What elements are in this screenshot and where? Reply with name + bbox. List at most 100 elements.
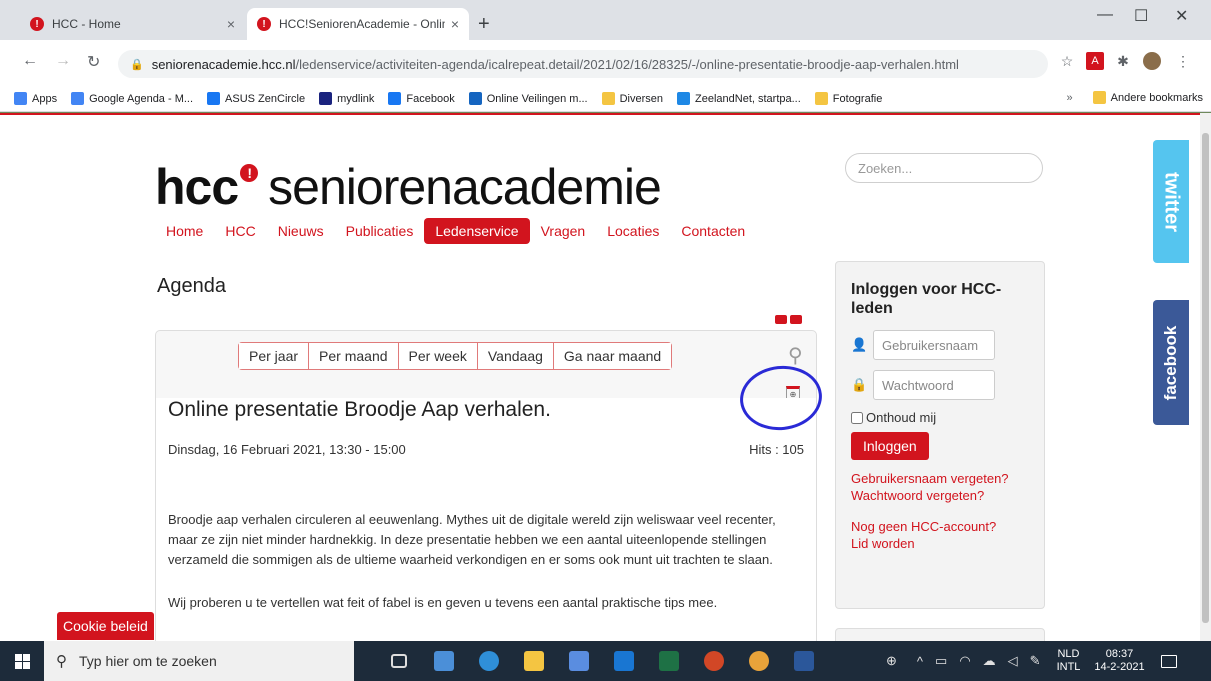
battery-icon[interactable]: ▭ bbox=[935, 653, 947, 669]
username-input[interactable] bbox=[873, 330, 995, 360]
forward-icon[interactable]: → bbox=[55, 52, 71, 70]
site-search-input[interactable] bbox=[845, 153, 1043, 183]
maximize-icon[interactable]: ☐ bbox=[1134, 6, 1148, 26]
nav-locaties[interactable]: Locaties bbox=[596, 218, 670, 244]
reload-icon[interactable]: ↻ bbox=[87, 52, 100, 72]
nav-ledenservice[interactable]: Ledenservice bbox=[424, 218, 530, 244]
scrollbar-thumb[interactable] bbox=[1202, 133, 1209, 623]
folder-icon bbox=[1092, 91, 1106, 104]
clock-date: 14-2-2021 bbox=[1094, 661, 1145, 673]
tab-hcc-home[interactable]: ! HCC - Home × bbox=[20, 8, 245, 40]
profile-avatar[interactable] bbox=[1143, 52, 1161, 70]
no-account-link[interactable]: Nog geen HCC-account? bbox=[851, 518, 1029, 535]
view-ga-naar-maand[interactable]: Ga naar maand bbox=[553, 343, 672, 369]
nav-nieuws[interactable]: Nieuws bbox=[267, 218, 335, 244]
bookmark-diversen[interactable]: Diversen bbox=[601, 92, 663, 105]
agenda-panel: Per jaar Per maand Per week Vandaag Ga n… bbox=[155, 330, 817, 641]
store-icon[interactable] bbox=[421, 641, 466, 681]
tab-close-icon[interactable]: × bbox=[451, 16, 459, 32]
extensions-puzzle-icon[interactable]: ✱ bbox=[1114, 52, 1132, 70]
view-vandaag[interactable]: Vandaag bbox=[477, 343, 554, 369]
tab-senioren-academie[interactable]: ! HCC!SeniorenAcademie - Online × bbox=[247, 8, 469, 40]
network-globe-icon[interactable]: ⊕ bbox=[886, 653, 897, 669]
facebook-tab[interactable]: facebook bbox=[1153, 300, 1189, 425]
cookie-policy-button[interactable]: Cookie beleid bbox=[57, 612, 154, 640]
chevron-more-icon[interactable]: » bbox=[1067, 92, 1073, 104]
minimize-icon[interactable]: — bbox=[1097, 6, 1113, 24]
notification-icon[interactable] bbox=[1160, 654, 1177, 668]
cloud-icon[interactable]: ☁ bbox=[983, 653, 996, 669]
bookmark-label: Fotografie bbox=[832, 92, 883, 105]
windows-taskbar: ⚲ Typ hier om te zoeken ⊕ ^ ▭ ◠ ☁ ◁ ✎ NL… bbox=[0, 641, 1211, 681]
print-email-icons bbox=[775, 315, 802, 324]
system-tray: ⊕ ^ ▭ ◠ ☁ ◁ ✎ NLD INTL 08:37 14-2-2021 bbox=[880, 641, 1177, 681]
forgot-password-link[interactable]: Wachtwoord vergeten? bbox=[851, 487, 1029, 504]
bookmark-facebook[interactable]: Facebook bbox=[388, 92, 455, 105]
pdf-extension-icon[interactable]: A bbox=[1086, 52, 1104, 70]
bookmark-mydlink[interactable]: mydlink bbox=[319, 92, 374, 105]
logo-brand: hcc bbox=[155, 159, 239, 215]
nav-contacten[interactable]: Contacten bbox=[670, 218, 756, 244]
edge-icon[interactable] bbox=[466, 641, 511, 681]
register-link[interactable]: Lid worden bbox=[851, 535, 1029, 552]
tab-title: HCC - Home bbox=[52, 17, 121, 31]
site-logo[interactable]: hcc! seniorenacademie bbox=[155, 158, 662, 216]
bookmark-google-agenda[interactable]: Google Agenda - M... bbox=[71, 92, 193, 105]
taskbar-search[interactable]: ⚲ Typ hier om te zoeken bbox=[44, 641, 354, 681]
remember-me[interactable]: Onthoud mij bbox=[851, 410, 1029, 425]
other-bookmarks[interactable]: » Andere bookmarks bbox=[1067, 91, 1203, 104]
bookmark-apps[interactable]: Apps bbox=[14, 92, 57, 105]
url-path: /ledenservice/activiteiten-agenda/icalre… bbox=[295, 56, 959, 72]
folder-icon bbox=[601, 92, 615, 105]
tab-close-icon[interactable]: × bbox=[227, 16, 235, 32]
new-tab-button[interactable]: + bbox=[478, 14, 490, 34]
menu-kebab-icon[interactable]: ⋮ bbox=[1174, 52, 1192, 70]
calendar-icon bbox=[71, 92, 85, 105]
view-per-maand[interactable]: Per maand bbox=[309, 343, 399, 369]
twitter-tab[interactable]: twitter bbox=[1153, 140, 1189, 263]
taskbar-search-placeholder: Typ hier om te zoeken bbox=[79, 653, 217, 669]
nav-vragen[interactable]: Vragen bbox=[530, 218, 597, 244]
file-explorer-icon[interactable] bbox=[511, 641, 556, 681]
hcc-favicon-icon: ! bbox=[257, 17, 271, 31]
login-button[interactable]: Inloggen bbox=[851, 432, 929, 460]
outlook-icon[interactable] bbox=[601, 641, 646, 681]
view-per-jaar[interactable]: Per jaar bbox=[239, 343, 310, 369]
back-icon[interactable]: ← bbox=[22, 52, 38, 70]
email-icon[interactable] bbox=[790, 315, 802, 324]
forgot-username-link[interactable]: Gebruikersnaam vergeten? bbox=[851, 470, 1029, 487]
start-button[interactable] bbox=[0, 641, 44, 681]
nav-home[interactable]: Home bbox=[155, 218, 214, 244]
excel-icon[interactable] bbox=[646, 641, 691, 681]
bookmark-label: mydlink bbox=[337, 92, 375, 105]
print-icon[interactable] bbox=[775, 315, 787, 324]
nav-publicaties[interactable]: Publicaties bbox=[335, 218, 425, 244]
address-bar[interactable]: 🔒 seniorenacademie.hcc.nl /ledenservice/… bbox=[118, 50, 1048, 78]
tab-title: HCC!SeniorenAcademie - Online bbox=[279, 17, 445, 31]
word-icon[interactable] bbox=[781, 641, 826, 681]
nav-hcc[interactable]: HCC bbox=[214, 218, 266, 244]
bookmark-online-veilingen[interactable]: Online Veilingen m... bbox=[468, 92, 588, 105]
volume-icon[interactable]: ◁ bbox=[1008, 653, 1018, 669]
save-app-icon[interactable] bbox=[556, 641, 601, 681]
pen-icon[interactable]: ✎ bbox=[1030, 653, 1041, 669]
bookmark-label: Online Veilingen m... bbox=[486, 92, 588, 105]
bookmark-asus[interactable]: ASUS ZenCircle bbox=[207, 92, 305, 105]
view-per-week[interactable]: Per week bbox=[398, 343, 478, 369]
remember-checkbox[interactable] bbox=[851, 411, 863, 424]
chrome-icon[interactable] bbox=[736, 641, 781, 681]
bookmark-zeelandnet[interactable]: ZeelandNet, startpa... bbox=[677, 92, 801, 105]
search-icon[interactable]: ⚲ bbox=[788, 343, 803, 368]
language-indicator[interactable]: NLD INTL bbox=[1057, 648, 1081, 674]
task-view-icon[interactable] bbox=[376, 641, 421, 681]
wifi-icon[interactable]: ◠ bbox=[959, 653, 970, 669]
powerpoint-icon[interactable] bbox=[691, 641, 736, 681]
page-scrollbar[interactable] bbox=[1200, 113, 1211, 641]
password-input[interactable] bbox=[873, 370, 995, 400]
close-window-icon[interactable]: ✕ bbox=[1175, 6, 1188, 26]
clock[interactable]: 08:37 14-2-2021 bbox=[1094, 648, 1144, 674]
username-field: 👤 bbox=[851, 330, 1029, 360]
star-bookmark-icon[interactable]: ☆ bbox=[1058, 52, 1076, 70]
chevron-up-icon[interactable]: ^ bbox=[917, 654, 923, 669]
bookmark-fotografie[interactable]: Fotografie bbox=[814, 92, 883, 105]
